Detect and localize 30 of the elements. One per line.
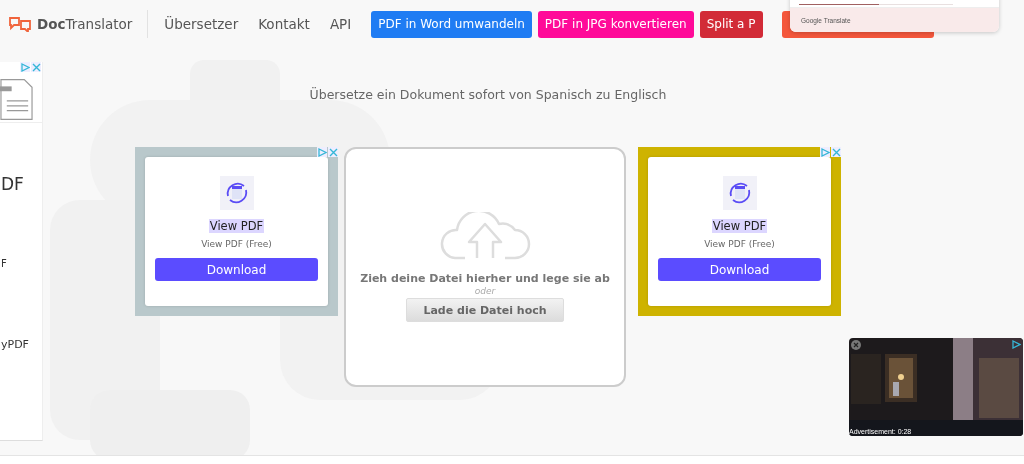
drop-prompt: Zieh deine Datei hierher und lege sie ab	[360, 272, 610, 285]
nav-button[interactable]: PDF in JPG konvertieren	[537, 10, 694, 38]
ad-text: DF	[1, 174, 24, 194]
logo-icon	[9, 16, 31, 32]
subtitle: Übersetze ein Dokument sofort von Spanisch zu Englisch	[309, 87, 667, 102]
download-button[interactable]: Download	[658, 258, 821, 281]
app-icon	[219, 176, 254, 210]
ad-title: View PDF	[208, 219, 265, 233]
separator-text: oder	[474, 286, 496, 296]
nav-button[interactable]: PDF in Word umwandeln	[371, 10, 532, 38]
upload-button[interactable]: Lade die Datei hoch	[406, 298, 564, 322]
close-icon[interactable]	[831, 147, 841, 157]
ad-subtitle: View PDF (Free)	[201, 239, 272, 249]
ad-choices-icon[interactable]	[1012, 340, 1021, 349]
close-icon[interactable]	[31, 62, 41, 72]
logo-text[interactable]: DocTranslator	[37, 16, 133, 32]
nav-button[interactable]: Split a P	[699, 10, 763, 38]
download-button[interactable]: Download	[155, 258, 318, 281]
close-icon[interactable]	[328, 147, 338, 157]
cloud-upload-icon	[439, 212, 531, 260]
nav-link[interactable]: Kontakt	[258, 16, 310, 32]
nav-link[interactable]: Übersetzer	[164, 16, 239, 32]
ad-text: yPDF	[1, 338, 29, 351]
ad-text: F	[1, 258, 7, 269]
drop-zone[interactable]: Zieh deine Datei hierher und lege sie ab oder Lade die Datei hoch	[344, 147, 626, 387]
nav-link[interactable]: API	[329, 16, 352, 32]
app-icon	[722, 176, 757, 210]
close-icon[interactable]	[851, 340, 861, 350]
ad-subtitle: View PDF (Free)	[704, 239, 775, 249]
ad-title: View PDF	[711, 219, 768, 233]
